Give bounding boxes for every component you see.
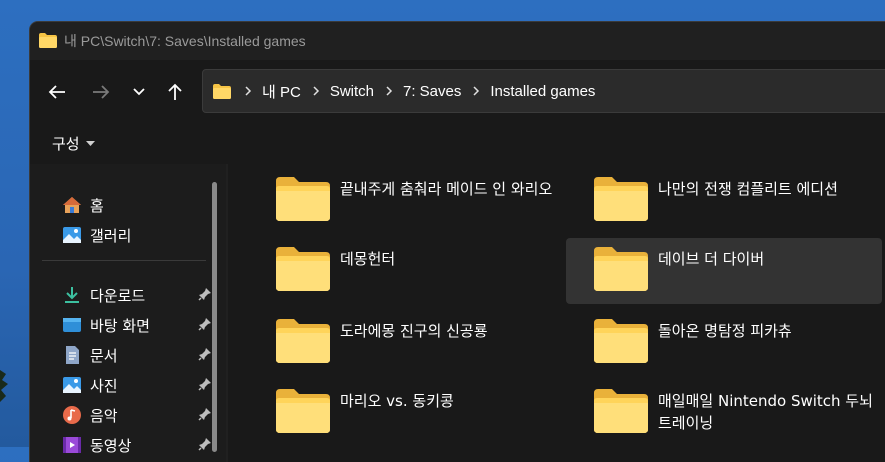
breadcrumb-item[interactable]: 7: Saves (403, 83, 461, 100)
sidebar-item-videos[interactable]: 동영상 (62, 432, 212, 458)
folder-icon (594, 389, 648, 437)
folder-icon (594, 319, 648, 367)
breadcrumb-item[interactable]: Installed games (490, 83, 595, 100)
document-icon (62, 345, 82, 365)
folder-name: 매일매일 Nintendo Switch 두뇌 트레이닝 (658, 392, 873, 432)
folder-name: 마리오 vs. 동키콩 (340, 392, 454, 410)
arrow-up-icon (168, 83, 182, 100)
folder-name: 돌아온 명탐정 피카츄 (658, 322, 792, 340)
folder-item[interactable]: 도라에몽 진구의 신공룡 (248, 310, 564, 376)
home-icon (62, 195, 82, 215)
folder-item[interactable]: 데몽헌터 (248, 238, 564, 304)
breadcrumb-item[interactable]: 내 PC (262, 81, 301, 102)
folder-icon (594, 177, 648, 225)
sidebar-item-desktop[interactable]: 바탕 화면 (62, 312, 212, 338)
back-button[interactable] (40, 78, 74, 106)
sidebar-item-label: 바탕 화면 (90, 316, 150, 335)
sidebar-item-downloads[interactable]: 다운로드 (62, 282, 212, 308)
command-bar: 구성 (30, 124, 885, 164)
navigation-bar: 내 PC Switch 7: Saves Installed games (30, 60, 885, 124)
chevron-right-icon[interactable] (245, 86, 252, 96)
sidebar-item-label: 음악 (90, 406, 118, 425)
chevron-right-icon[interactable] (473, 86, 480, 96)
folder-name: 도라에몽 진구의 신공룡 (340, 322, 488, 340)
forward-button[interactable] (84, 78, 118, 106)
sidebar-item-pictures[interactable]: 사진 (62, 372, 212, 398)
chevron-right-icon[interactable] (313, 86, 320, 96)
folder-name: 나만의 전쟁 컴플리트 에디션 (658, 180, 838, 198)
sidebar-item-documents[interactable]: 문서 (62, 342, 212, 368)
sidebar-item-label: 다운로드 (90, 286, 146, 305)
folder-item-selected[interactable]: 데이브 더 다이버 (566, 238, 882, 304)
folder-icon (276, 247, 330, 295)
sidebar-item-label: 갤러리 (90, 226, 132, 245)
title-bar: 내 PC\Switch\7: Saves\Installed games (30, 22, 885, 60)
file-list: 끝내주게 춤춰라 메이드 인 와리오 나만의 전쟁 컴플리트 에디션 데몽헌터 … (228, 164, 885, 462)
pin-icon[interactable] (198, 437, 212, 455)
folder-icon (213, 83, 231, 99)
sidebar-divider (42, 260, 206, 261)
breadcrumb-item[interactable]: Switch (330, 83, 374, 100)
download-icon (62, 285, 82, 305)
folder-name: 끝내주게 춤춰라 메이드 인 와리오 (340, 180, 553, 198)
folder-icon (276, 177, 330, 225)
folder-icon (594, 247, 648, 295)
sidebar-scrollbar[interactable] (212, 182, 217, 452)
folder-item[interactable]: 매일매일 Nintendo Switch 두뇌 트레이닝 (566, 380, 882, 446)
sidebar-item-music[interactable]: 음악 (62, 402, 212, 428)
pin-icon[interactable] (198, 347, 212, 365)
up-button[interactable] (158, 78, 192, 106)
pin-icon[interactable] (198, 377, 212, 395)
navigation-pane: 홈 갤러리 다운로드 바탕 화면 문서 사진 음악 동영상 (30, 164, 226, 462)
arrow-right-icon (93, 85, 110, 99)
gallery-icon (62, 225, 82, 245)
chevron-right-icon[interactable] (386, 86, 393, 96)
pin-icon[interactable] (198, 287, 212, 305)
folder-item[interactable]: 나만의 전쟁 컴플리트 에디션 (566, 168, 882, 234)
sidebar-item-label: 사진 (90, 376, 118, 395)
arrow-left-icon (48, 85, 65, 99)
desktop-background-plant (0, 370, 8, 402)
folder-icon (276, 319, 330, 367)
folder-icon (39, 33, 57, 52)
sidebar-item-gallery[interactable]: 갤러리 (62, 222, 212, 248)
sidebar-item-label: 홈 (90, 196, 104, 215)
music-icon (62, 405, 82, 425)
address-bar[interactable]: 내 PC Switch 7: Saves Installed games (202, 69, 885, 113)
file-explorer-window: 내 PC\Switch\7: Saves\Installed games 내 P… (30, 22, 885, 462)
recent-locations-button[interactable] (122, 78, 156, 106)
window-title: 내 PC\Switch\7: Saves\Installed games (64, 33, 306, 49)
pictures-icon (62, 375, 82, 395)
layout-menu-button[interactable]: 구성 (52, 133, 95, 154)
folder-item[interactable]: 끝내주게 춤춰라 메이드 인 와리오 (248, 168, 564, 234)
caret-down-icon (85, 140, 95, 146)
folder-item[interactable]: 마리오 vs. 동키콩 (248, 380, 564, 446)
chevron-down-icon (133, 88, 145, 96)
sidebar-item-label: 문서 (90, 346, 118, 365)
folder-name: 데몽헌터 (340, 250, 396, 268)
video-icon (62, 435, 82, 455)
desktop-icon (62, 315, 82, 335)
folder-name: 데이브 더 다이버 (658, 250, 765, 268)
layout-menu-label: 구성 (52, 135, 80, 153)
sidebar-item-home[interactable]: 홈 (62, 192, 212, 218)
pin-icon[interactable] (198, 407, 212, 425)
folder-item[interactable]: 돌아온 명탐정 피카츄 (566, 310, 882, 376)
pin-icon[interactable] (198, 317, 212, 335)
folder-icon (276, 389, 330, 437)
sidebar-item-label: 동영상 (90, 436, 132, 455)
